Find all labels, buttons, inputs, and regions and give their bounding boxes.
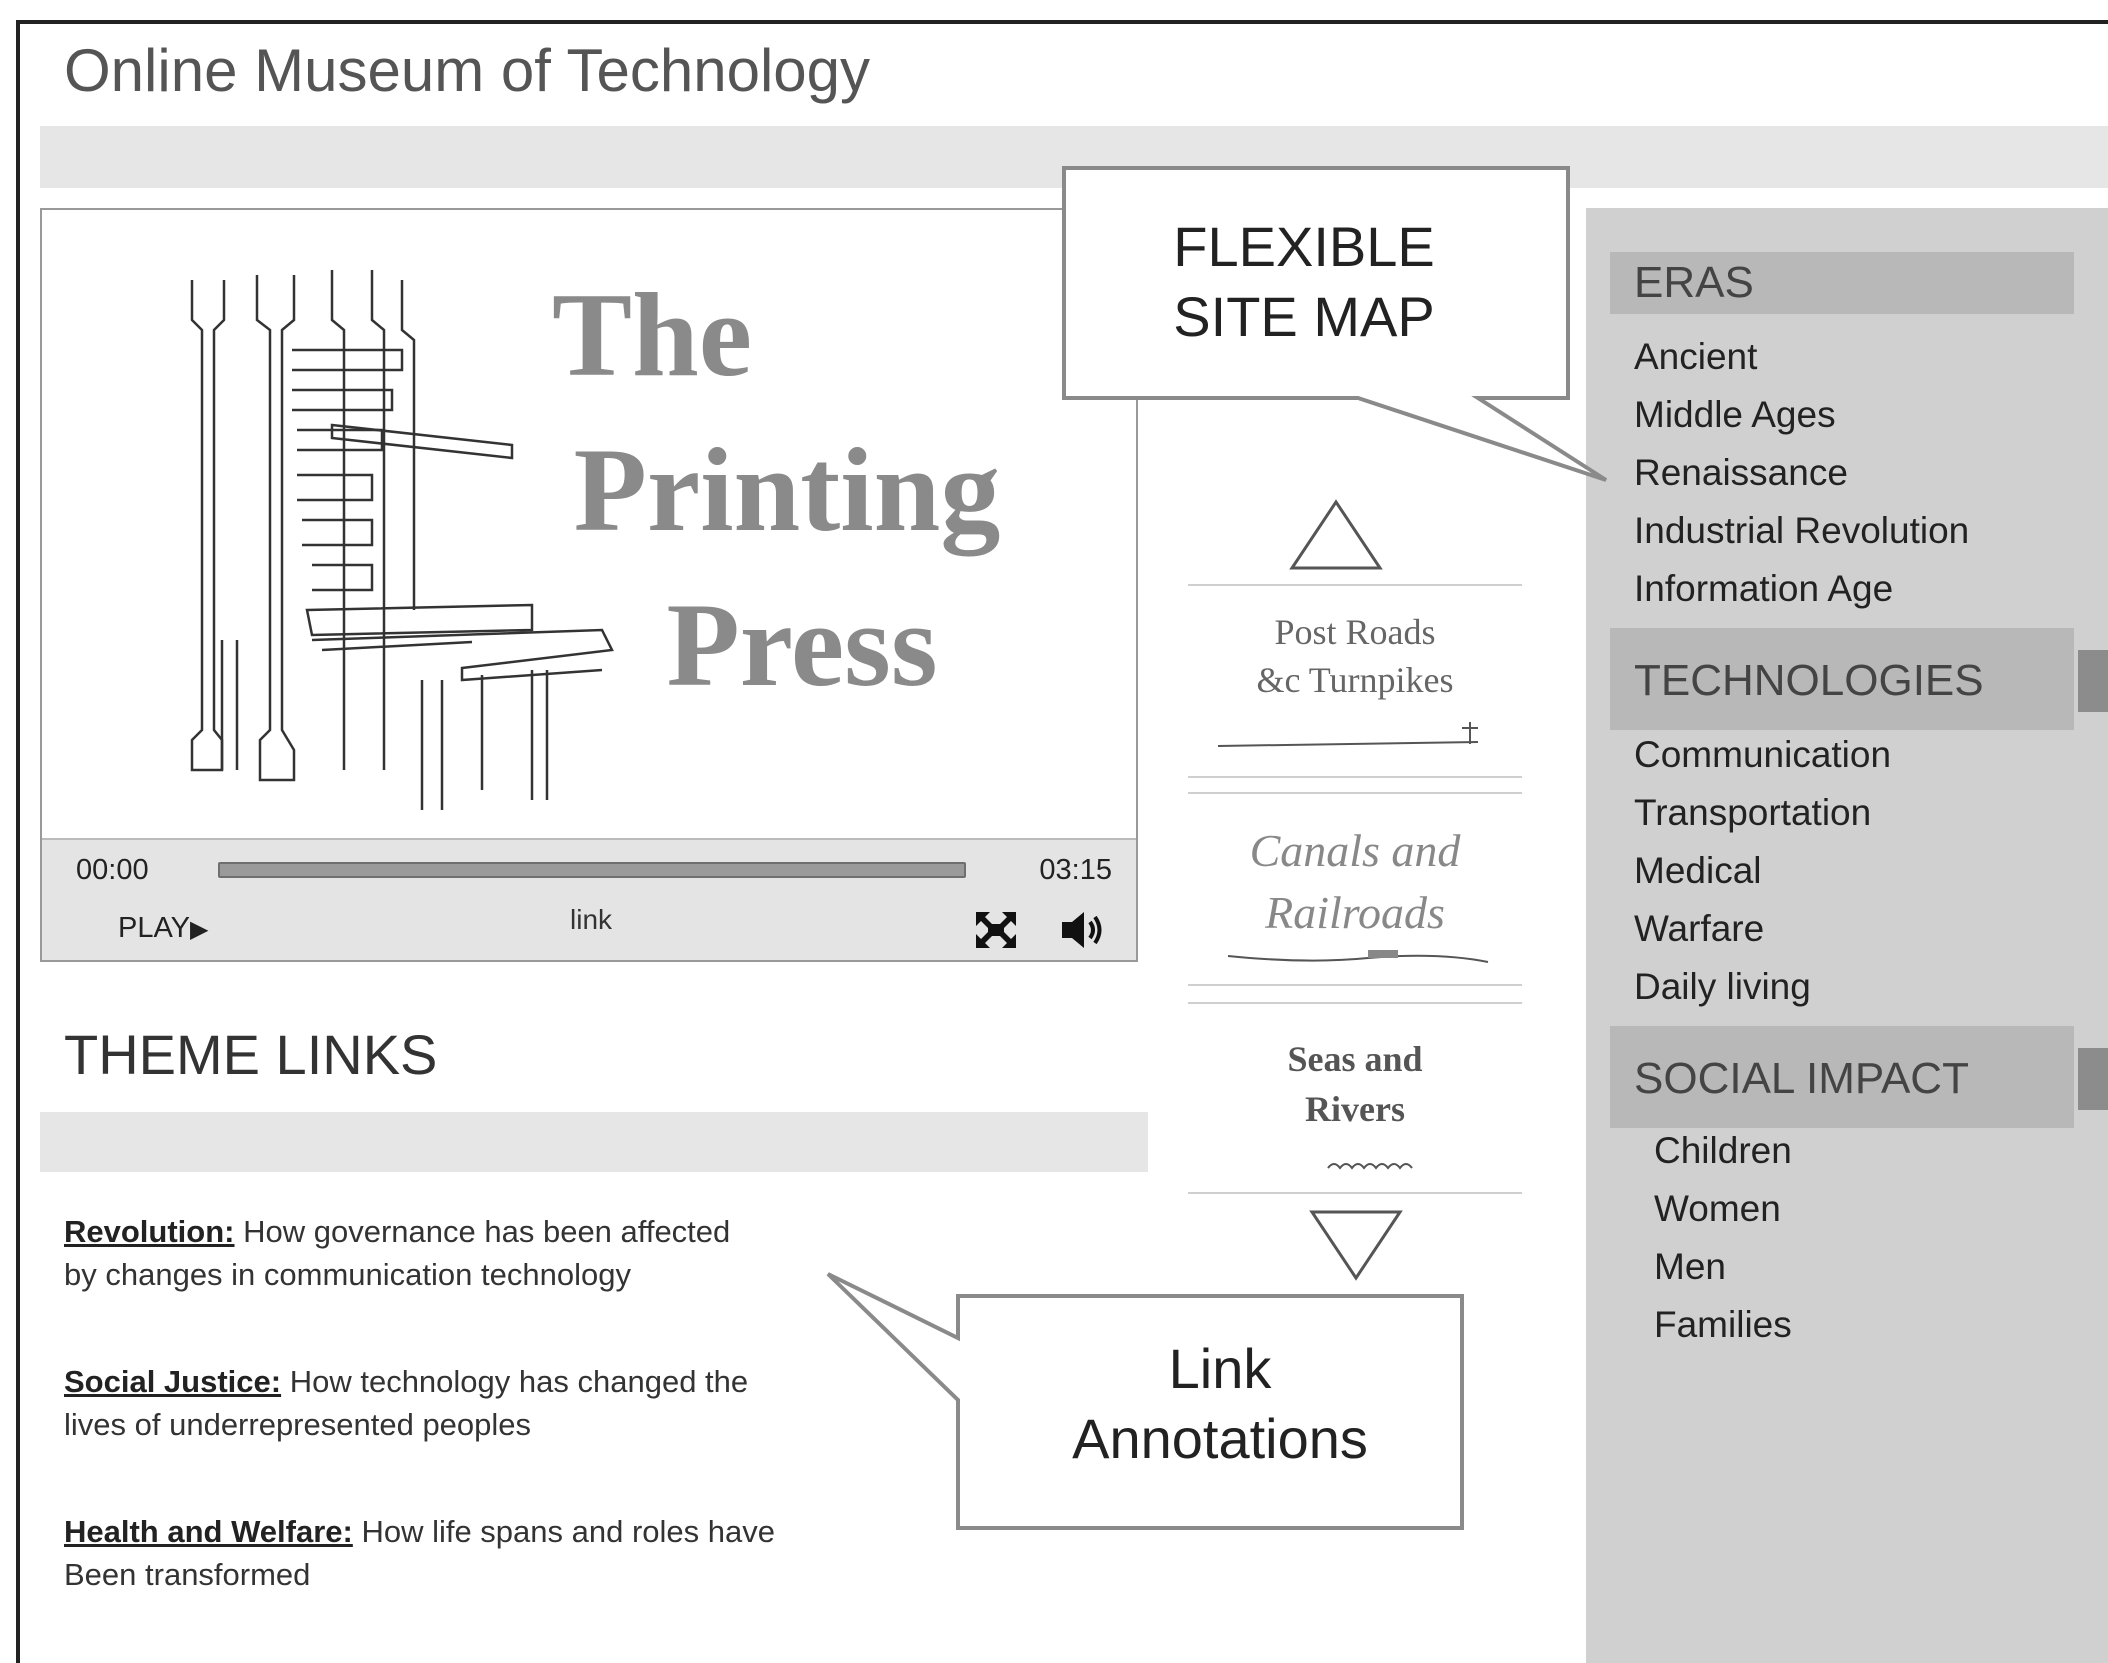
time-current: 00:00 bbox=[76, 854, 149, 886]
theme-link-desc: How governance has been affected bbox=[234, 1214, 731, 1249]
category-eras[interactable]: ERAS bbox=[1610, 252, 2074, 314]
nav-item-warfare[interactable]: Warfare bbox=[1634, 908, 1764, 950]
nav-item-children[interactable]: Children bbox=[1654, 1130, 1792, 1172]
video-player[interactable]: The Printing Press 00:00 03:15 PLAY▶ lin… bbox=[40, 208, 1138, 962]
card-title-line: &c Turnpikes bbox=[1256, 660, 1454, 700]
nav-item-middle-ages[interactable]: Middle Ages bbox=[1634, 394, 1836, 436]
theme-link-social-justice[interactable]: Social Justice: bbox=[64, 1364, 281, 1399]
nav-item-women[interactable]: Women bbox=[1654, 1188, 1781, 1230]
card-title: Seas and Rivers bbox=[1188, 1034, 1522, 1134]
theme-link-item: Social Justice: How technology has chang… bbox=[64, 1360, 924, 1446]
carousel-up-arrow-icon[interactable] bbox=[1286, 498, 1386, 572]
road-sketch-icon bbox=[1217, 722, 1479, 747]
category-label: SOCIAL IMPACT bbox=[1634, 1054, 1969, 1103]
time-total: 03:15 bbox=[1039, 854, 1112, 886]
card-title-line: Post Roads bbox=[1274, 612, 1436, 652]
video-link[interactable]: link bbox=[570, 904, 612, 936]
theme-link-revolution[interactable]: Revolution: bbox=[64, 1214, 235, 1249]
nav-item-renaissance[interactable]: Renaissance bbox=[1634, 452, 1848, 494]
theme-link-desc: lives of underrepresented peoples bbox=[64, 1407, 532, 1442]
category-social-impact[interactable]: SOCIAL IMPACT bbox=[1610, 1026, 2074, 1128]
card-title-line: Canals and bbox=[1249, 825, 1461, 876]
category-tab-marker bbox=[2078, 650, 2108, 712]
category-label: TECHNOLOGIES bbox=[1634, 656, 1984, 705]
player-controls: 00:00 03:15 PLAY▶ link bbox=[42, 838, 1136, 960]
category-technologies[interactable]: TECHNOLOGIES bbox=[1610, 628, 2074, 730]
theme-link-desc: by changes in communication technology bbox=[64, 1257, 631, 1292]
carousel-down-arrow-icon[interactable] bbox=[1306, 1208, 1406, 1282]
theme-link-desc: How life spans and roles have bbox=[352, 1514, 776, 1549]
carousel-card-seas[interactable]: Seas and Rivers bbox=[1188, 1002, 1522, 1194]
theme-links-heading: THEME LINKS bbox=[64, 1023, 438, 1086]
theme-link-desc: Been transformed bbox=[64, 1557, 311, 1592]
nav-item-ancient[interactable]: Ancient bbox=[1634, 336, 1757, 378]
play-icon: ▶ bbox=[190, 916, 209, 943]
title-word-3: Press bbox=[666, 578, 937, 711]
site-title[interactable]: Online Museum of Technology bbox=[64, 36, 870, 105]
carousel-card-canals[interactable]: Canals and Railroads bbox=[1188, 792, 1522, 986]
theme-link-desc: How technology has changed the bbox=[281, 1364, 749, 1399]
waves-sketch-icon bbox=[1327, 1163, 1413, 1170]
nav-item-families[interactable]: Families bbox=[1654, 1304, 1792, 1346]
nav-item-daily-living[interactable]: Daily living bbox=[1634, 966, 1811, 1008]
nav-item-men[interactable]: Men bbox=[1654, 1246, 1726, 1288]
theme-link-item: Revolution: How governance has been affe… bbox=[64, 1210, 924, 1296]
speaker-icon[interactable] bbox=[1058, 908, 1106, 952]
canal-sketch-icon bbox=[1227, 950, 1489, 963]
fullscreen-icon[interactable] bbox=[974, 910, 1018, 950]
play-button[interactable]: PLAY▶ bbox=[118, 912, 208, 945]
printing-press-illustration: The Printing Press bbox=[190, 268, 1001, 810]
nav-item-transportation[interactable]: Transportation bbox=[1634, 792, 1871, 834]
card-title: Post Roads &c Turnpikes bbox=[1188, 608, 1522, 704]
progress-bar[interactable] bbox=[218, 862, 966, 878]
site-map-sidebar: ERAS Ancient Middle Ages Renaissance Ind… bbox=[1586, 208, 2108, 1663]
theme-link-item: Health and Welfare: How life spans and r… bbox=[64, 1510, 924, 1596]
nav-item-medical[interactable]: Medical bbox=[1634, 850, 1762, 892]
title-word-1: The bbox=[552, 268, 752, 401]
top-nav-bar bbox=[40, 126, 2108, 188]
theme-links-bar bbox=[40, 1112, 1148, 1172]
nav-item-information-age[interactable]: Information Age bbox=[1634, 568, 1893, 610]
play-label: PLAY bbox=[118, 912, 191, 944]
category-label: ERAS bbox=[1634, 258, 1754, 307]
card-title-line: Railroads bbox=[1265, 887, 1445, 938]
category-tab-marker bbox=[2078, 1048, 2108, 1110]
card-title-line: Rivers bbox=[1305, 1089, 1405, 1129]
card-title: Canals and Railroads bbox=[1188, 820, 1522, 944]
carousel-card-post-roads[interactable]: Post Roads &c Turnpikes bbox=[1188, 584, 1522, 778]
title-word-2: Printing bbox=[574, 423, 1001, 557]
theme-link-health-welfare[interactable]: Health and Welfare: bbox=[64, 1514, 353, 1549]
card-title-line: Seas and bbox=[1287, 1039, 1423, 1079]
nav-item-industrial-revolution[interactable]: Industrial Revolution bbox=[1634, 510, 1969, 552]
nav-item-communication[interactable]: Communication bbox=[1634, 734, 1891, 776]
